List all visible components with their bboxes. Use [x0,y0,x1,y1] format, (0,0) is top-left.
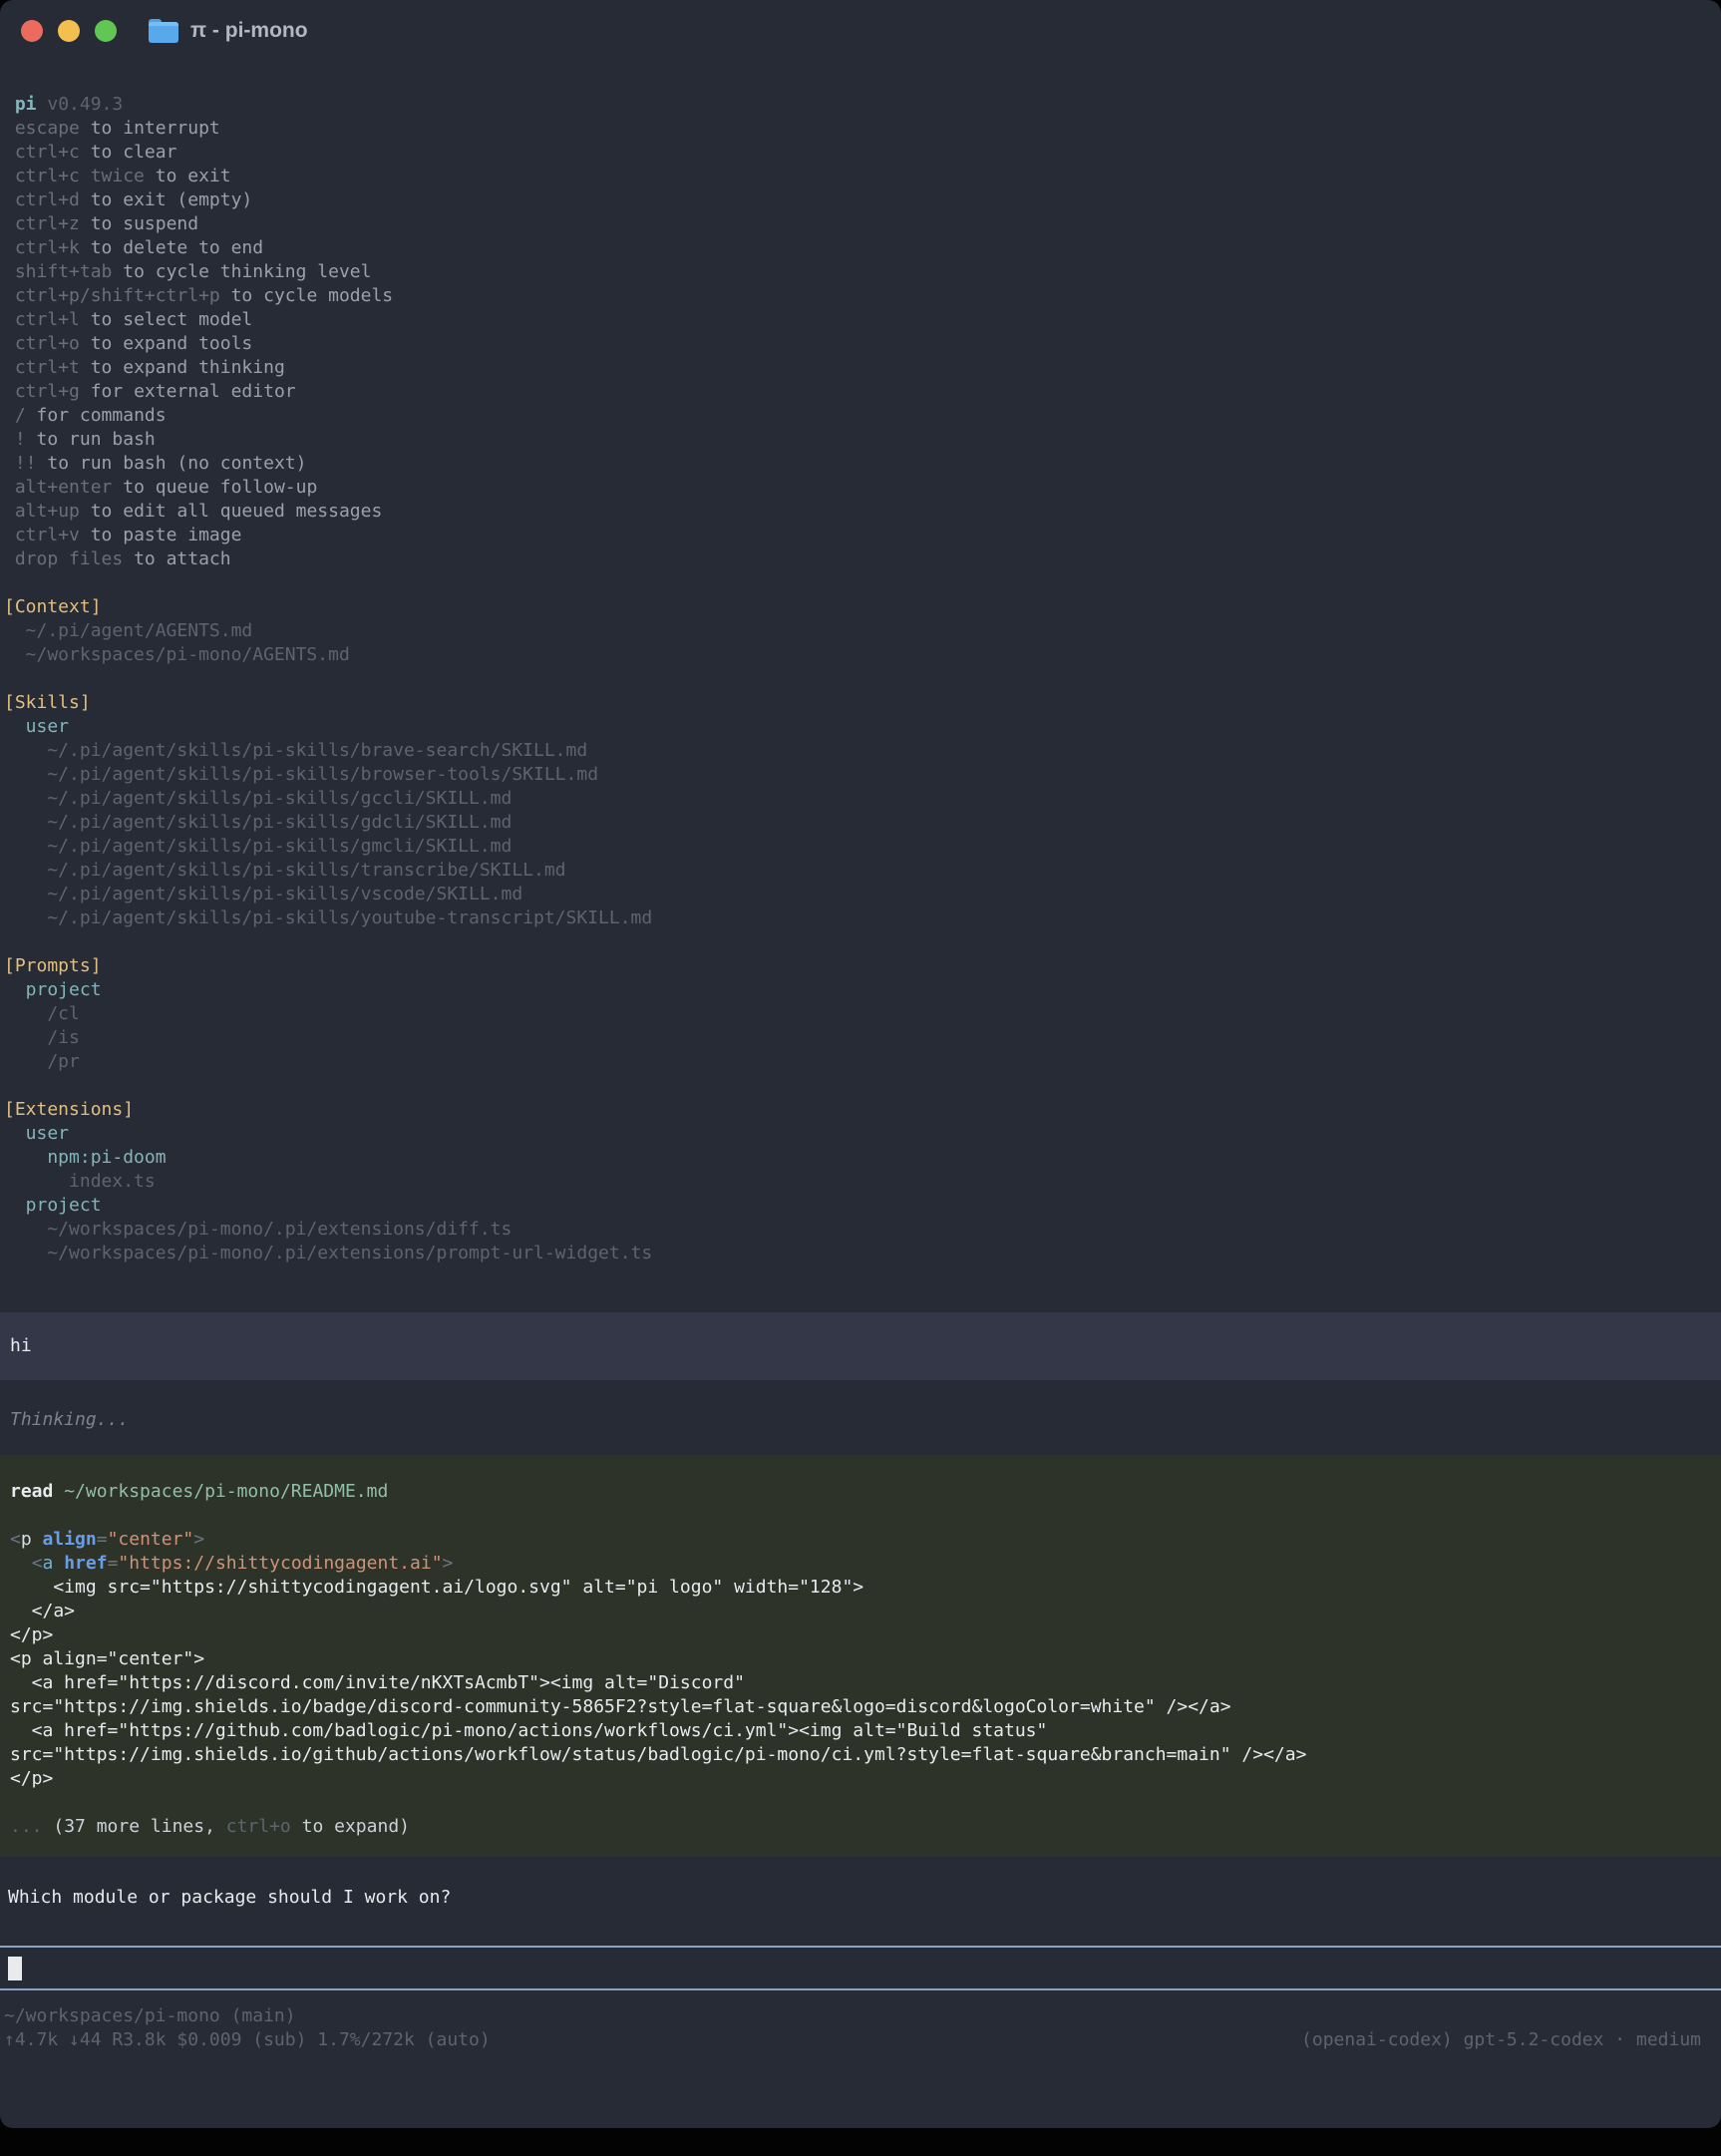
status-cwd: ~/workspaces/pi-mono (main) [4,2004,1717,2028]
terminal-line: ~/.pi/agent/skills/pi-skills/transcribe/… [4,859,1717,883]
folder-icon [149,19,178,43]
terminal-line: /cl [4,1002,1717,1026]
terminal-line: / for commands [4,404,1717,428]
tool-output-line: <a href="https://discord.com/invite/nKXT… [10,1671,1711,1695]
tool-command-line: read ~/workspaces/pi-mono/README.md [10,1480,1711,1504]
terminal-line: ctrl+c twice to exit [4,165,1717,188]
status-bar: ~/workspaces/pi-mono (main) ↑4.7k ↓44 R3… [0,2004,1721,2052]
user-message-text: hi [10,1334,1711,1358]
thinking-indicator: Thinking... [0,1408,1721,1432]
terminal-line: ~/.pi/agent/skills/pi-skills/brave-searc… [4,739,1717,763]
terminal-line: ~/workspaces/pi-mono/.pi/extensions/diff… [4,1218,1717,1242]
terminal-line: [Prompts] [4,954,1717,978]
tool-blank-line [10,1504,1711,1528]
terminal-line: ctrl+t to expand thinking [4,356,1717,380]
prompt-input[interactable] [0,1946,1721,1990]
terminal-line: ~/workspaces/pi-mono/.pi/extensions/prom… [4,1242,1717,1265]
tool-output-line: </a> [10,1600,1711,1623]
terminal-line: ~/.pi/agent/skills/pi-skills/browser-too… [4,763,1717,787]
user-message-panel: hi [0,1312,1721,1380]
terminal-output: pi v0.49.3 escape to interrupt ctrl+c to… [0,93,1721,1265]
titlebar: π - pi-mono [0,0,1721,62]
close-button[interactable] [21,20,43,42]
tool-output-line: </p> [10,1623,1711,1647]
status-model: (openai-codex) gpt-5.2-codex · medium [1301,2028,1701,2052]
terminal-line: /pr [4,1050,1717,1074]
terminal-line [4,930,1717,954]
terminal-line: ctrl+d to exit (empty) [4,188,1717,212]
terminal-line: index.ts [4,1170,1717,1194]
terminal-line: ~/.pi/agent/skills/pi-skills/gdcli/SKILL… [4,811,1717,835]
traffic-lights [21,20,117,42]
minimize-button[interactable] [58,20,80,42]
terminal-line: [Skills] [4,691,1717,715]
assistant-question: Which module or package should I work on… [0,1886,1721,1910]
window-title: π - pi-mono [190,19,308,43]
terminal-line: ctrl+z to suspend [4,212,1717,236]
terminal-line: ~/.pi/agent/skills/pi-skills/gccli/SKILL… [4,787,1717,811]
terminal-line: user [4,1122,1717,1146]
terminal-line [4,571,1717,595]
terminal-line: ctrl+o to expand tools [4,332,1717,356]
terminal-line: ctrl+l to select model [4,308,1717,332]
terminal-line: ctrl+v to paste image [4,524,1717,547]
zoom-button[interactable] [95,20,117,42]
terminal-line: ~/.pi/agent/AGENTS.md [4,619,1717,643]
terminal-line: ctrl+g for external editor [4,380,1717,404]
terminal-line: ~/.pi/agent/skills/pi-skills/vscode/SKIL… [4,883,1717,906]
terminal-line: ctrl+c to clear [4,141,1717,165]
terminal-line: !! to run bash (no context) [4,452,1717,476]
terminal-line: alt+up to edit all queued messages [4,500,1717,524]
tool-output-line: <p align="center"> [10,1528,1711,1552]
tool-output-line: <img src="https://shittycodingagent.ai/l… [10,1576,1711,1600]
terminal-line: pi v0.49.3 [4,93,1717,117]
tool-output-line: <a href="https://shittycodingagent.ai"> [10,1552,1711,1576]
terminal-line: drop files to attach [4,547,1717,571]
tool-blank-line [10,1791,1711,1815]
terminal-line: escape to interrupt [4,117,1717,141]
terminal-window: π - pi-mono pi v0.49.3 escape to interru… [0,0,1721,2128]
terminal-line: ctrl+p/shift+ctrl+p to cycle models [4,284,1717,308]
terminal-line: ctrl+k to delete to end [4,236,1717,260]
terminal-line: /is [4,1026,1717,1050]
terminal-line: project [4,1194,1717,1218]
terminal-line: project [4,978,1717,1002]
tool-call-output: read ~/workspaces/pi-mono/README.md <p a… [10,1480,1711,1839]
tool-output-line: <a href="https://github.com/badlogic/pi-… [10,1719,1711,1743]
terminal-line [4,667,1717,691]
tool-output-line: src="https://img.shields.io/github/actio… [10,1743,1711,1767]
terminal-line: [Extensions] [4,1098,1717,1122]
terminal-line: user [4,715,1717,739]
tool-output-line: </p> [10,1767,1711,1791]
terminal-line: npm:pi-doom [4,1146,1717,1170]
status-token-stats: ↑4.7k ↓44 R3.8k $0.009 (sub) 1.7%/272k (… [4,2028,491,2052]
tool-expand-hint: ... (37 more lines, ctrl+o to expand) [10,1815,1711,1839]
terminal-line: shift+tab to cycle thinking level [4,260,1717,284]
terminal-line: ~/.pi/agent/skills/pi-skills/youtube-tra… [4,906,1717,930]
terminal-line: ~/.pi/agent/skills/pi-skills/gmcli/SKILL… [4,835,1717,859]
text-cursor [8,1957,22,1980]
terminal-line [4,1074,1717,1098]
terminal-line: [Context] [4,595,1717,619]
tool-output-line: <p align="center"> [10,1647,1711,1671]
terminal-line: ~/workspaces/pi-mono/AGENTS.md [4,643,1717,667]
tool-output-line: src="https://img.shields.io/badge/discor… [10,1695,1711,1719]
tool-call-panel: read ~/workspaces/pi-mono/README.md <p a… [0,1455,1721,1857]
terminal-line: ! to run bash [4,428,1717,452]
terminal-line: alt+enter to queue follow-up [4,476,1717,500]
